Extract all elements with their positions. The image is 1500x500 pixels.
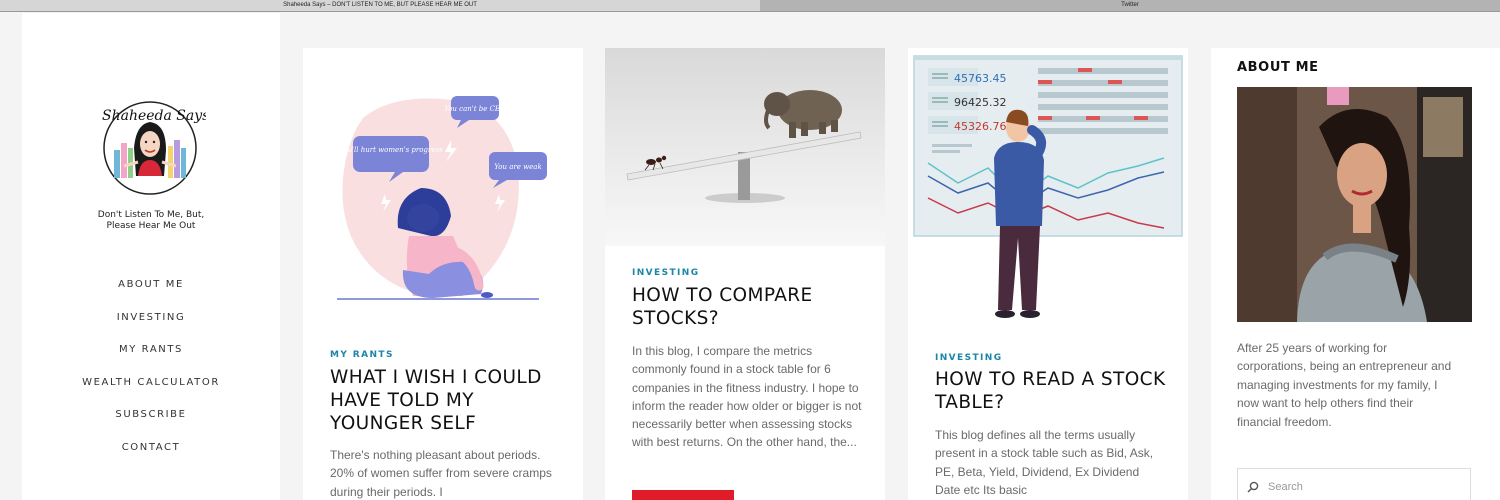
post-card-1: You'll hurt women's progress You can't b… (303, 48, 583, 500)
nav-about-me[interactable]: ABOUT ME (22, 279, 280, 312)
ticker-value-3: 45326.76 (954, 120, 1007, 133)
post-3-category[interactable]: INVESTING (935, 353, 1002, 363)
browser-tab-bar: Shaheeda Says – DON'T LISTEN TO ME, BUT … (0, 0, 1500, 12)
main-nav: ABOUT ME INVESTING MY RANTS WEALTH CALCU… (22, 279, 280, 475)
bubble-text-1: You'll hurt women's progress (339, 146, 443, 154)
site-logo[interactable]: Shaheeda Says (94, 88, 206, 216)
nav-contact[interactable]: CONTACT (22, 442, 280, 475)
nav-wealth-calculator[interactable]: WEALTH CALCULATOR (22, 377, 280, 410)
site-tagline: Don't Listen To Me, But, Please Hear Me … (22, 210, 280, 232)
nav-investing[interactable]: INVESTING (22, 312, 280, 345)
browser-tab-twitter[interactable]: Twitter (760, 0, 1500, 12)
post-3-illustration[interactable]: 45763.45 96425.32 45326.76 (908, 48, 1188, 338)
nav-my-rants[interactable]: MY RANTS (22, 344, 280, 377)
post-2-image[interactable] (605, 48, 885, 246)
author-photo (1237, 87, 1472, 322)
post-card-3: 45763.45 96425.32 45326.76 INVESTING HOW… (908, 48, 1188, 500)
ticker-value-1: 45763.45 (954, 72, 1007, 85)
nav-subscribe[interactable]: SUBSCRIBE (22, 409, 280, 442)
tagline-line-2: Please Hear Me Out (106, 221, 196, 231)
post-3-title[interactable]: HOW TO READ A STOCK TABLE? (935, 368, 1170, 414)
about-widget: ABOUT ME After 25 years of working for c… (1211, 48, 1500, 500)
search-icon[interactable] (1238, 468, 1268, 500)
search-box (1237, 468, 1471, 500)
post-1-title[interactable]: WHAT I WISH I COULD HAVE TOLD MY YOUNGER… (330, 366, 565, 435)
post-3-excerpt: This blog defines all the terms usually … (935, 428, 1154, 497)
sidebar: Shaheeda Says Don't Listen To Me, But, P… (22, 13, 280, 500)
read-more-button[interactable] (632, 490, 734, 500)
post-2-excerpt: In this blog, I compare the metrics comm… (632, 344, 862, 450)
post-2-title[interactable]: HOW TO COMPARE STOCKS? (632, 284, 867, 330)
browser-tab-active[interactable]: Shaheeda Says – DON'T LISTEN TO ME, BUT … (0, 0, 760, 12)
post-1-illustration[interactable]: You'll hurt women's progress You can't b… (303, 48, 583, 313)
bubble-text-2: You can't be CEO (444, 105, 506, 113)
logo-text: Shaheeda Says (102, 108, 206, 124)
post-2-category[interactable]: INVESTING (632, 268, 699, 278)
about-heading: ABOUT ME (1237, 60, 1319, 75)
bubble-text-3: You are weak (494, 163, 541, 171)
about-text: After 25 years of working for corporatio… (1237, 341, 1452, 429)
search-input[interactable] (1268, 481, 1458, 493)
post-card-2: INVESTING HOW TO COMPARE STOCKS? In this… (605, 48, 885, 500)
ticker-value-2: 96425.32 (954, 96, 1007, 109)
post-1-excerpt: There's nothing pleasant about periods. … (330, 448, 552, 499)
tagline-line-1: Don't Listen To Me, But, (97, 210, 205, 220)
post-1-category[interactable]: MY RANTS (330, 350, 394, 360)
